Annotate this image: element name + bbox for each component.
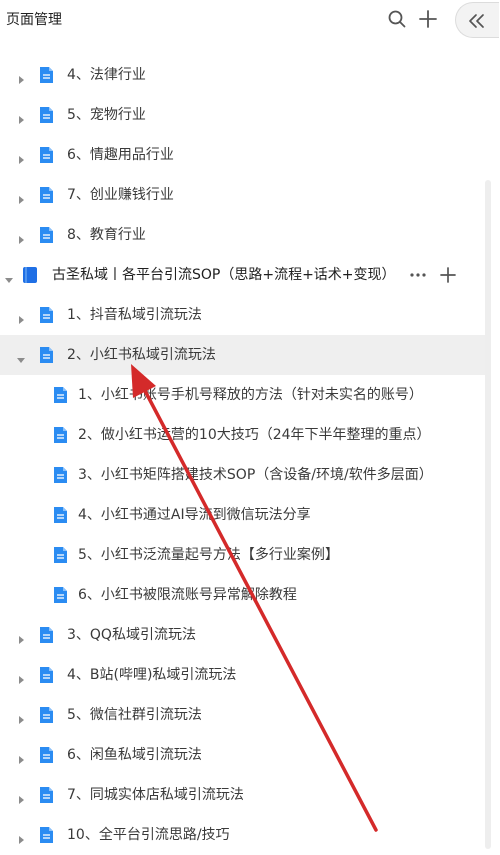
caret-right-icon[interactable] bbox=[16, 190, 26, 204]
doc-icon bbox=[38, 826, 54, 844]
caret-right-icon[interactable] bbox=[16, 790, 26, 804]
tree-item[interactable]: 7、创业赚钱行业 bbox=[0, 175, 486, 215]
caret-right-icon[interactable] bbox=[16, 630, 26, 644]
tree-item-label: 1、小红书账号手机号释放的方法（针对未实名的账号） bbox=[78, 387, 423, 403]
more-icon[interactable] bbox=[406, 263, 430, 287]
row-actions bbox=[406, 263, 462, 287]
tree-item-label: 4、小红书通过AI导流到微信玩法分享 bbox=[78, 507, 311, 523]
plus-icon[interactable] bbox=[416, 7, 440, 31]
doc-icon bbox=[38, 186, 54, 204]
caret-down-icon[interactable] bbox=[4, 270, 14, 283]
doc-icon bbox=[52, 426, 68, 444]
caret-right-icon[interactable] bbox=[16, 670, 26, 684]
page-title: 页面管理 bbox=[6, 12, 62, 28]
book-icon bbox=[22, 266, 38, 284]
tree-item-label: 6、小红书被限流账号异常解除教程 bbox=[78, 587, 297, 603]
search-icon[interactable] bbox=[385, 7, 409, 31]
tree-item[interactable]: 6、情趣用品行业 bbox=[0, 135, 486, 175]
tree-item[interactable]: 3、QQ私域引流玩法 bbox=[0, 615, 486, 655]
doc-icon bbox=[38, 146, 54, 164]
doc-icon bbox=[38, 626, 54, 644]
tree-item-label: 8、教育行业 bbox=[67, 227, 146, 243]
doc-icon bbox=[52, 546, 68, 564]
tree-child-item[interactable]: 1、小红书账号手机号释放的方法（针对未实名的账号） bbox=[0, 375, 486, 415]
tree-child-item[interactable]: 4、小红书通过AI导流到微信玩法分享 bbox=[0, 495, 486, 535]
tree-item-label: 6、情趣用品行业 bbox=[67, 147, 174, 163]
doc-icon bbox=[38, 666, 54, 684]
caret-right-icon[interactable] bbox=[16, 110, 26, 124]
tree-item-label: 2、小红书私域引流玩法 bbox=[67, 347, 216, 363]
tree-item[interactable]: 4、法律行业 bbox=[0, 55, 486, 95]
doc-icon bbox=[52, 506, 68, 524]
tree-item-label: 3、小红书矩阵搭建技术SOP（含设备/环境/软件多层面） bbox=[78, 467, 433, 483]
tree-item[interactable]: 7、同城实体店私域引流玩法 bbox=[0, 775, 486, 815]
tree-item-label: 6、闲鱼私域引流玩法 bbox=[67, 747, 202, 763]
caret-right-icon[interactable] bbox=[16, 70, 26, 84]
caret-right-icon[interactable] bbox=[16, 230, 26, 244]
caret-right-icon[interactable] bbox=[16, 750, 26, 764]
tree-item-label: 7、创业赚钱行业 bbox=[67, 187, 174, 203]
tree-item[interactable]: 8、教育行业 bbox=[0, 215, 486, 255]
doc-icon bbox=[52, 386, 68, 404]
caret-right-icon[interactable] bbox=[16, 310, 26, 324]
tree-item-label: 4、法律行业 bbox=[67, 67, 146, 83]
tree-item[interactable]: 5、微信社群引流玩法 bbox=[0, 695, 486, 735]
tree-item[interactable]: 2、小红书私域引流玩法 bbox=[0, 335, 486, 375]
tree-item-label: 5、微信社群引流玩法 bbox=[67, 707, 202, 723]
plus-icon[interactable] bbox=[436, 263, 460, 287]
doc-icon bbox=[38, 106, 54, 124]
tree-item-label: 4、B站(哔哩)私域引流玩法 bbox=[67, 667, 237, 683]
tree-item[interactable]: 4、B站(哔哩)私域引流玩法 bbox=[0, 655, 486, 695]
tree-item-label: 5、宠物行业 bbox=[67, 107, 146, 123]
tree-item-label: 5、小红书泛流量起号方法【多行业案例】 bbox=[78, 547, 339, 563]
doc-icon bbox=[52, 586, 68, 604]
caret-right-icon[interactable] bbox=[16, 830, 26, 844]
doc-icon bbox=[38, 786, 54, 804]
tree-child-item[interactable]: 6、小红书被限流账号异常解除教程 bbox=[0, 575, 486, 615]
tree-item-label: 7、同城实体店私域引流玩法 bbox=[67, 787, 244, 803]
doc-icon bbox=[38, 746, 54, 764]
tree-item[interactable]: 10、全平台引流思路/技巧 bbox=[0, 815, 486, 855]
doc-icon bbox=[38, 306, 54, 324]
sidebar-header: 页面管理 bbox=[0, 0, 500, 40]
caret-right-icon[interactable] bbox=[16, 150, 26, 164]
caret-down-icon[interactable] bbox=[16, 350, 26, 363]
vertical-scrollbar[interactable] bbox=[485, 180, 491, 849]
tree-item-label: 10、全平台引流思路/技巧 bbox=[67, 827, 230, 843]
doc-icon bbox=[38, 346, 54, 364]
doc-icon bbox=[38, 226, 54, 244]
tree-item-label: 古圣私域丨各平台引流SOP（思路+流程+话术+变现） bbox=[52, 267, 396, 283]
tree-item[interactable]: 1、抖音私域引流玩法 bbox=[0, 295, 486, 335]
tree-item-label: 2、做小红书运营的10大技巧（24年下半年整理的重点） bbox=[78, 427, 431, 443]
tree-root-item[interactable]: 古圣私域丨各平台引流SOP（思路+流程+话术+变现） bbox=[0, 255, 486, 295]
doc-icon bbox=[52, 466, 68, 484]
tree-child-item[interactable]: 3、小红书矩阵搭建技术SOP（含设备/环境/软件多层面） bbox=[0, 455, 486, 495]
tree-child-item[interactable]: 2、做小红书运营的10大技巧（24年下半年整理的重点） bbox=[0, 415, 486, 455]
doc-icon bbox=[38, 66, 54, 84]
double-chevron-left-icon bbox=[464, 9, 488, 37]
tree-item-label: 1、抖音私域引流玩法 bbox=[67, 307, 202, 323]
doc-icon bbox=[38, 706, 54, 724]
caret-right-icon[interactable] bbox=[16, 710, 26, 724]
tree-item[interactable]: 5、宠物行业 bbox=[0, 95, 486, 135]
tree-item[interactable]: 6、闲鱼私域引流玩法 bbox=[0, 735, 486, 775]
tree-item-label: 3、QQ私域引流玩法 bbox=[67, 627, 196, 643]
collapse-sidebar-button[interactable] bbox=[455, 2, 499, 38]
tree-child-item[interactable]: 5、小红书泛流量起号方法【多行业案例】 bbox=[0, 535, 486, 575]
